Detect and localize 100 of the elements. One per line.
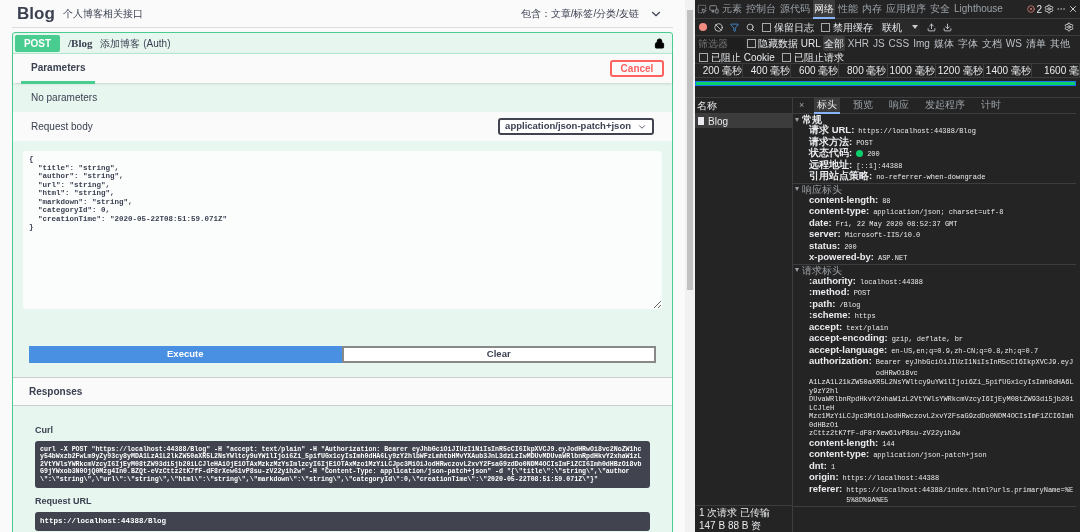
- devtools-tab[interactable]: 控制台: [745, 0, 777, 19]
- header-name: date:: [809, 217, 832, 228]
- scrollbar-thumb[interactable]: [687, 10, 693, 290]
- close-icon[interactable]: [1068, 4, 1078, 14]
- settings-icon[interactable]: [1064, 22, 1074, 32]
- error-count[interactable]: 2: [1027, 1, 1042, 17]
- detail-tab[interactable]: 预览: [850, 97, 877, 114]
- request-name: Blog: [708, 114, 728, 129]
- status-bar-text: 1 次请求 已传输 147 B 88 B 资: [695, 505, 792, 532]
- throttling-select[interactable]: 联机: [880, 19, 920, 35]
- settings-icon[interactable]: [1044, 4, 1054, 14]
- filter-icon[interactable]: [730, 22, 739, 32]
- request-body-label: Request body: [31, 120, 93, 134]
- expanded-triangle-icon[interactable]: [795, 117, 799, 122]
- device-toolbar-icon[interactable]: [709, 4, 719, 14]
- devtools-tab[interactable]: 网络: [813, 0, 835, 19]
- header-name: dnt:: [809, 460, 827, 471]
- resource-type-filter[interactable]: 媒体: [932, 36, 955, 51]
- checkbox[interactable]: [747, 39, 756, 48]
- resource-type-filter[interactable]: 字体: [956, 36, 979, 51]
- detail-tab[interactable]: 响应: [886, 97, 913, 114]
- checkbox[interactable]: [699, 52, 708, 62]
- header-name: :method:: [809, 287, 850, 298]
- timeline-tick: 1000 毫秒: [889, 64, 935, 78]
- devtools-tab[interactable]: 元素: [721, 0, 743, 19]
- resource-type-filter[interactable]: 其他: [1048, 36, 1071, 51]
- request-url-label: Request URL: [35, 495, 93, 509]
- header-name: :path:: [809, 298, 836, 309]
- download-icon[interactable]: [943, 22, 952, 32]
- devtools-tab[interactable]: 应用程序: [885, 0, 927, 19]
- upload-icon[interactable]: [927, 22, 936, 32]
- timeline-tick: 200 毫秒: [702, 64, 743, 78]
- checkbox-label: 保留日志: [774, 20, 814, 35]
- timeline-tick: 1400 毫秒: [985, 64, 1031, 78]
- header-name: 引用站点策略:: [809, 171, 873, 182]
- clear-button[interactable]: Clear: [341, 346, 656, 363]
- section-title[interactable]: 响应标头: [802, 181, 842, 197]
- checkbox[interactable]: [762, 22, 771, 32]
- resource-type-filter[interactable]: JS: [871, 36, 886, 51]
- detail-tab[interactable]: 计时: [978, 97, 1005, 114]
- header-name: referer:: [809, 483, 843, 494]
- timeline-tick: 1200 毫秒: [937, 64, 983, 78]
- close-panel-button[interactable]: ×: [799, 98, 805, 113]
- no-parameters-text: No parameters: [31, 91, 98, 105]
- operation-summary: 添加博客 (Auth): [100, 36, 171, 51]
- inspect-icon[interactable]: [697, 4, 707, 14]
- header-name: server:: [809, 229, 841, 240]
- filter-field[interactable]: 筛选器: [697, 37, 745, 50]
- header-name: content-length:: [809, 194, 879, 205]
- checkbox[interactable]: [781, 52, 791, 62]
- resource-type-filter[interactable]: CSS: [887, 36, 911, 51]
- header-name: 请求方法:: [809, 136, 853, 147]
- request-row[interactable]: Blog: [695, 114, 792, 128]
- expanded-triangle-icon[interactable]: [795, 268, 799, 272]
- method-badge: POST: [15, 34, 60, 52]
- header-name: :scheme:: [809, 310, 851, 321]
- resource-type-filter[interactable]: 文档: [980, 36, 1003, 51]
- header-name: x-powered-by:: [809, 252, 874, 263]
- timeline-tick: 600 毫秒: [798, 64, 839, 78]
- devtools-tab[interactable]: Lighthouse: [953, 0, 1004, 19]
- record-button[interactable]: [699, 23, 707, 31]
- header-name: 远程地址:: [809, 159, 853, 170]
- devtools-tab[interactable]: 内存: [861, 0, 883, 19]
- header-name: :authority:: [809, 275, 856, 286]
- tag-description: 个人博客相关接口: [62, 7, 143, 21]
- checkbox-label: 已阻止请求: [793, 50, 844, 65]
- responses-heading: Responses: [29, 385, 83, 399]
- tag-title: Blog: [17, 2, 55, 25]
- header-name: authorization:: [809, 356, 872, 367]
- document-icon: [698, 117, 704, 125]
- timeline-tick: 400 毫秒: [750, 64, 791, 78]
- resource-type-filter[interactable]: 全部: [822, 36, 845, 51]
- devtools-tab[interactable]: 安全: [929, 0, 951, 19]
- checkbox[interactable]: [821, 22, 830, 32]
- expanded-triangle-icon[interactable]: [795, 187, 799, 191]
- detail-tab[interactable]: 发起程序: [922, 97, 969, 114]
- error-icon: [1027, 5, 1036, 13]
- section-title[interactable]: 请求标头: [802, 262, 842, 278]
- devtools-tab[interactable]: 性能: [837, 0, 859, 19]
- resource-type-filter[interactable]: 清单: [1024, 36, 1047, 51]
- lock-icon[interactable]: [654, 37, 665, 49]
- checkbox-label: 禁用缓存: [833, 20, 873, 35]
- search-icon[interactable]: [746, 22, 755, 32]
- clear-icon[interactable]: [714, 22, 723, 32]
- header-name: status:: [809, 240, 841, 251]
- parameters-tab[interactable]: Parameters: [21, 53, 96, 84]
- devtools-tab[interactable]: 源代码: [779, 0, 811, 19]
- timeline-tick: 800 毫秒: [847, 64, 887, 78]
- header-name: 请求 URL:: [809, 125, 855, 136]
- resource-type-filter[interactable]: XHR: [846, 36, 870, 51]
- operation-path: /Blog: [68, 35, 93, 51]
- header-name: content-type:: [809, 449, 870, 460]
- header-name: accept-language:: [809, 344, 888, 355]
- tag-summary: 包含：文章/标签/分类/友链: [520, 7, 639, 21]
- content-type-select[interactable]: application/json-patch+json: [498, 118, 654, 135]
- caret-icon: [912, 25, 918, 29]
- header-name: content-length:: [809, 437, 879, 448]
- resource-type-filter[interactable]: WS: [1004, 36, 1023, 51]
- header-name: accept-encoding:: [809, 333, 888, 344]
- resource-type-filter[interactable]: Img: [912, 36, 931, 51]
